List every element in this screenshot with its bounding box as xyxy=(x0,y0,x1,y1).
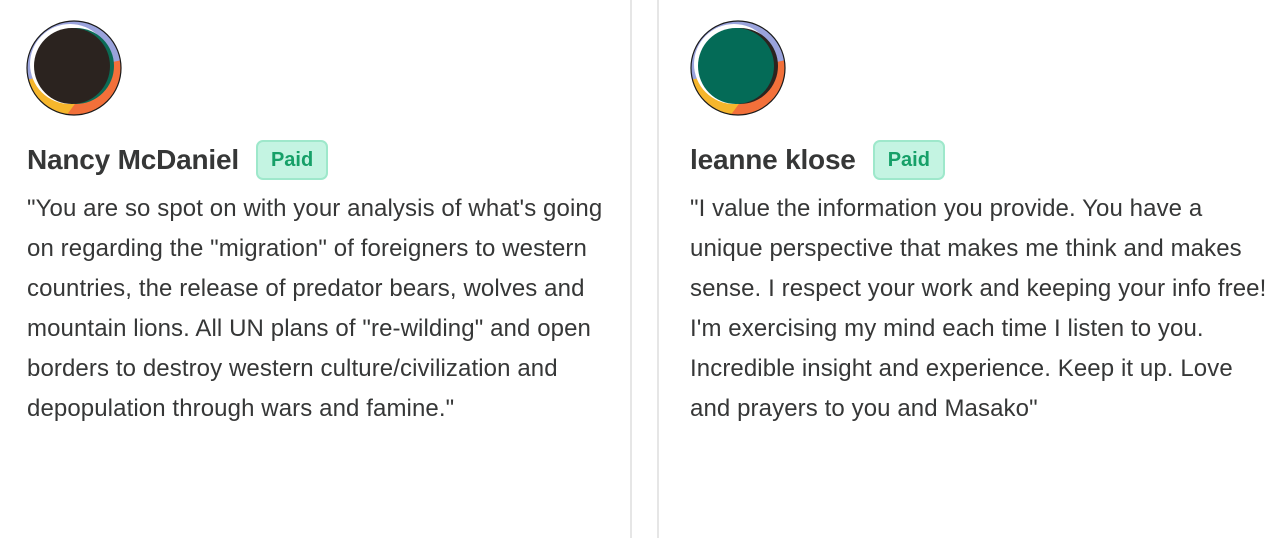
testimonial-quote: "I value the information you provide. Yo… xyxy=(690,195,1267,422)
user-avatar-icon xyxy=(690,20,786,116)
avatar[interactable] xyxy=(690,20,786,116)
user-avatar-icon xyxy=(26,20,122,116)
author-row: leanne klose Paid xyxy=(690,140,945,180)
testimonial-quote: "You are so spot on with your analysis o… xyxy=(27,195,603,422)
avatar[interactable] xyxy=(26,20,122,116)
author-row: Nancy McDaniel Paid xyxy=(27,140,329,180)
paid-badge: Paid xyxy=(255,140,329,180)
paid-badge: Paid xyxy=(872,140,945,180)
author-name[interactable]: Nancy McDaniel xyxy=(27,140,239,180)
author-name[interactable]: leanne klose xyxy=(690,140,856,180)
testimonial-card-nancy-mcdaniel: Nancy McDaniel Paid "You are so spot on … xyxy=(0,0,632,538)
testimonial-card-leanne-klose: leanne klose Paid "I value the informati… xyxy=(657,0,1270,538)
